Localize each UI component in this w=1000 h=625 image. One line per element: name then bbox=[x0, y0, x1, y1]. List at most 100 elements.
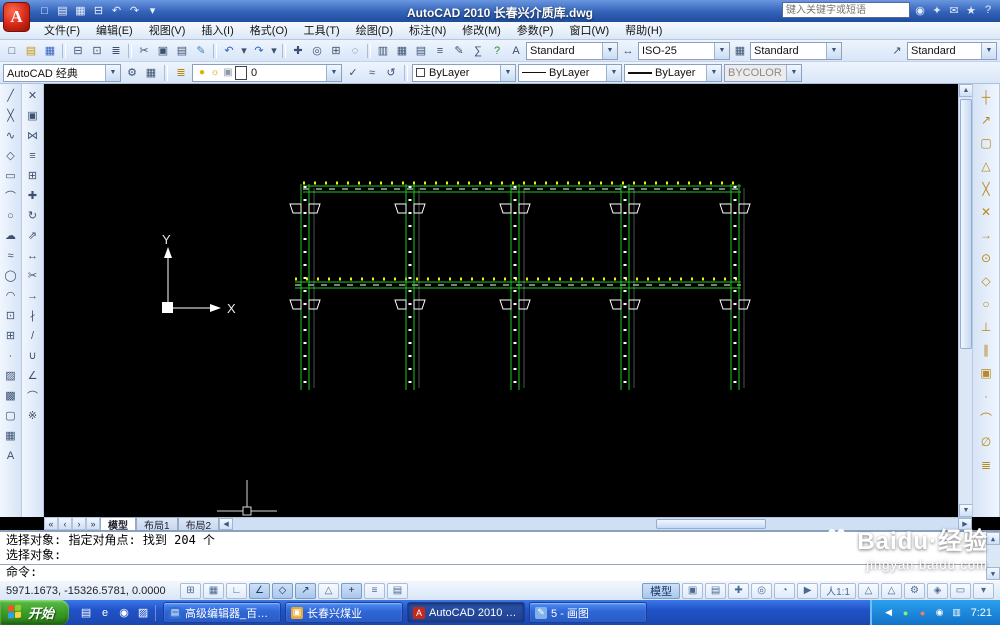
save-icon[interactable]: ▦ bbox=[41, 42, 59, 60]
extend-icon[interactable]: → bbox=[23, 286, 42, 305]
dim-style-combo[interactable]: ISO-25 ▼ bbox=[638, 41, 730, 60]
chevron-down-icon[interactable]: ▼ bbox=[105, 64, 120, 81]
insert-block-icon[interactable]: ⊡ bbox=[1, 306, 20, 325]
layer-previous-icon[interactable]: ↺ bbox=[382, 64, 400, 82]
qp-toggle[interactable]: ▤ bbox=[387, 582, 408, 599]
clean-screen-icon[interactable]: ▭ bbox=[950, 582, 971, 599]
menu-edit[interactable]: 编辑(E) bbox=[88, 22, 141, 40]
status-menu-icon[interactable]: ▾ bbox=[973, 582, 994, 599]
osnap-toggle[interactable]: ◇ bbox=[272, 582, 293, 599]
open-icon[interactable]: ▤ bbox=[22, 42, 40, 60]
color-combo[interactable]: ByLayer ▼ bbox=[412, 63, 516, 82]
break-at-point-icon[interactable]: ∤ bbox=[23, 306, 42, 325]
linetype-combo[interactable]: ByLayer ▼ bbox=[518, 63, 622, 82]
command-scrollbar[interactable]: ▲ ▼ bbox=[986, 532, 1000, 580]
revision-cloud-icon[interactable]: ☁ bbox=[1, 226, 20, 245]
prev-tab-button[interactable]: ‹ bbox=[58, 517, 72, 530]
pan-icon[interactable]: ✚ bbox=[289, 42, 307, 60]
grid-toggle[interactable]: ▦ bbox=[203, 582, 224, 599]
join-icon[interactable]: ∪ bbox=[23, 346, 42, 365]
tool-palettes-icon[interactable]: ▤ bbox=[412, 42, 430, 60]
next-tab-button[interactable]: › bbox=[72, 517, 86, 530]
snap-midpoint-icon[interactable]: △ bbox=[975, 155, 997, 176]
copy-icon[interactable]: ▣ bbox=[23, 106, 42, 125]
workspace-combo[interactable]: AutoCAD 经典 ▼ bbox=[3, 63, 121, 82]
first-tab-button[interactable]: « bbox=[44, 517, 58, 530]
new-icon[interactable]: □ bbox=[36, 2, 53, 19]
properties-icon[interactable]: ▥ bbox=[374, 42, 392, 60]
snap-quadrant-icon[interactable]: ◇ bbox=[975, 270, 997, 291]
ellipse-arc-icon[interactable]: ◠ bbox=[1, 286, 20, 305]
workspace-switching-icon[interactable]: ⚙ bbox=[904, 582, 925, 599]
favorites-icon[interactable]: ★ bbox=[963, 2, 979, 18]
snap-node-icon[interactable]: · bbox=[975, 385, 997, 406]
ducs-toggle[interactable]: △ bbox=[318, 582, 339, 599]
stretch-icon[interactable]: ↔ bbox=[23, 246, 42, 265]
markup-set-manager-icon[interactable]: ✎ bbox=[450, 42, 468, 60]
polar-toggle[interactable]: ∠ bbox=[249, 582, 270, 599]
hide-tray-icons-icon[interactable]: ◀ bbox=[882, 606, 896, 620]
chamfer-icon[interactable]: ∠ bbox=[23, 366, 42, 385]
snap-center-icon[interactable]: ⊙ bbox=[975, 247, 997, 268]
scale-icon[interactable]: ⇗ bbox=[23, 226, 42, 245]
chevron-down-icon[interactable]: ▼ bbox=[981, 42, 996, 59]
make-object-layer-current-icon[interactable]: ✓ bbox=[344, 64, 362, 82]
menu-format[interactable]: 格式(O) bbox=[242, 22, 296, 40]
break-icon[interactable]: / bbox=[23, 326, 42, 345]
lwt-toggle[interactable]: ≡ bbox=[364, 582, 385, 599]
zoom-realtime-icon[interactable]: ◎ bbox=[308, 42, 326, 60]
layer-combo[interactable]: ● ☼ ▣ 0 ▼ bbox=[192, 63, 342, 82]
chevron-down-icon[interactable]: ▼ bbox=[606, 64, 621, 81]
snap-endpoint-icon[interactable]: ▢ bbox=[975, 132, 997, 153]
vertical-scroll-thumb[interactable] bbox=[960, 99, 972, 349]
menu-insert[interactable]: 插入(I) bbox=[193, 22, 241, 40]
snap-none-icon[interactable]: ∅ bbox=[975, 431, 997, 452]
layer-match-icon[interactable]: ≈ bbox=[363, 64, 381, 82]
communication-center-icon[interactable]: ✉ bbox=[946, 2, 962, 18]
undo-dropdown-icon[interactable]: ▾ bbox=[239, 42, 249, 60]
circle-icon[interactable]: ○ bbox=[1, 206, 20, 225]
undo-icon[interactable]: ↶ bbox=[108, 2, 125, 19]
redo-icon[interactable]: ↷ bbox=[250, 42, 268, 60]
cut-icon[interactable]: ✂ bbox=[135, 42, 153, 60]
construction-line-icon[interactable]: ╳ bbox=[1, 106, 20, 125]
mtext-icon[interactable]: A bbox=[1, 446, 20, 465]
scroll-up-icon[interactable]: ▲ bbox=[986, 532, 1000, 545]
menu-modify[interactable]: 修改(M) bbox=[454, 22, 509, 40]
match-properties-icon[interactable]: ✎ bbox=[192, 42, 210, 60]
snap-extension-icon[interactable]: → bbox=[975, 224, 997, 245]
explode-icon[interactable]: ※ bbox=[23, 406, 42, 425]
menu-file[interactable]: 文件(F) bbox=[36, 22, 88, 40]
hatch-icon[interactable]: ▨ bbox=[1, 366, 20, 385]
annotation-visibility-icon[interactable]: △ bbox=[858, 582, 879, 599]
autocad-logo-icon[interactable]: A bbox=[3, 2, 30, 32]
plot-icon[interactable]: ⊟ bbox=[90, 2, 107, 19]
undo-icon[interactable]: ↶ bbox=[220, 42, 238, 60]
pan-tool-icon[interactable]: ✚ bbox=[728, 582, 750, 599]
chevron-down-icon[interactable]: ▼ bbox=[500, 64, 515, 81]
network-tray-icon[interactable]: ▥ bbox=[950, 606, 964, 620]
im-tray-icon[interactable]: ● bbox=[916, 606, 930, 620]
ellipse-icon[interactable]: ◯ bbox=[1, 266, 20, 285]
folder-shortcut-icon[interactable]: ▨ bbox=[135, 605, 151, 621]
layer-freeze-icon[interactable]: ☼ bbox=[209, 66, 221, 80]
save-icon[interactable]: ▦ bbox=[72, 2, 89, 19]
snap-tangent-icon[interactable]: ○ bbox=[975, 293, 997, 314]
zoom-window-icon[interactable]: ⊞ bbox=[327, 42, 345, 60]
temporary-track-point-icon[interactable]: ┼ bbox=[975, 86, 997, 107]
chevron-down-icon[interactable]: ▼ bbox=[826, 42, 841, 59]
taskbar-window-folder[interactable]: ▣ 长春兴煤业 bbox=[285, 602, 404, 623]
gradient-icon[interactable]: ▩ bbox=[1, 386, 20, 405]
chevron-down-icon[interactable]: ▼ bbox=[706, 64, 721, 81]
line-icon[interactable]: ╱ bbox=[1, 86, 20, 105]
quick-view-layouts-icon[interactable]: ▣ bbox=[682, 582, 704, 599]
fillet-icon[interactable]: ⌒ bbox=[23, 386, 42, 405]
toolbar-lock-icon[interactable]: ◈ bbox=[927, 582, 948, 599]
drawing-canvas[interactable]: Y X bbox=[44, 84, 958, 517]
publish-icon[interactable]: ≣ bbox=[107, 42, 125, 60]
plot-icon[interactable]: ⊟ bbox=[69, 42, 87, 60]
qnew-icon[interactable]: □ bbox=[3, 42, 21, 60]
table-icon[interactable]: ▦ bbox=[1, 426, 20, 445]
horizontal-scroll-thumb[interactable] bbox=[655, 519, 766, 529]
qat-dropdown-icon[interactable]: ▾ bbox=[144, 2, 161, 19]
